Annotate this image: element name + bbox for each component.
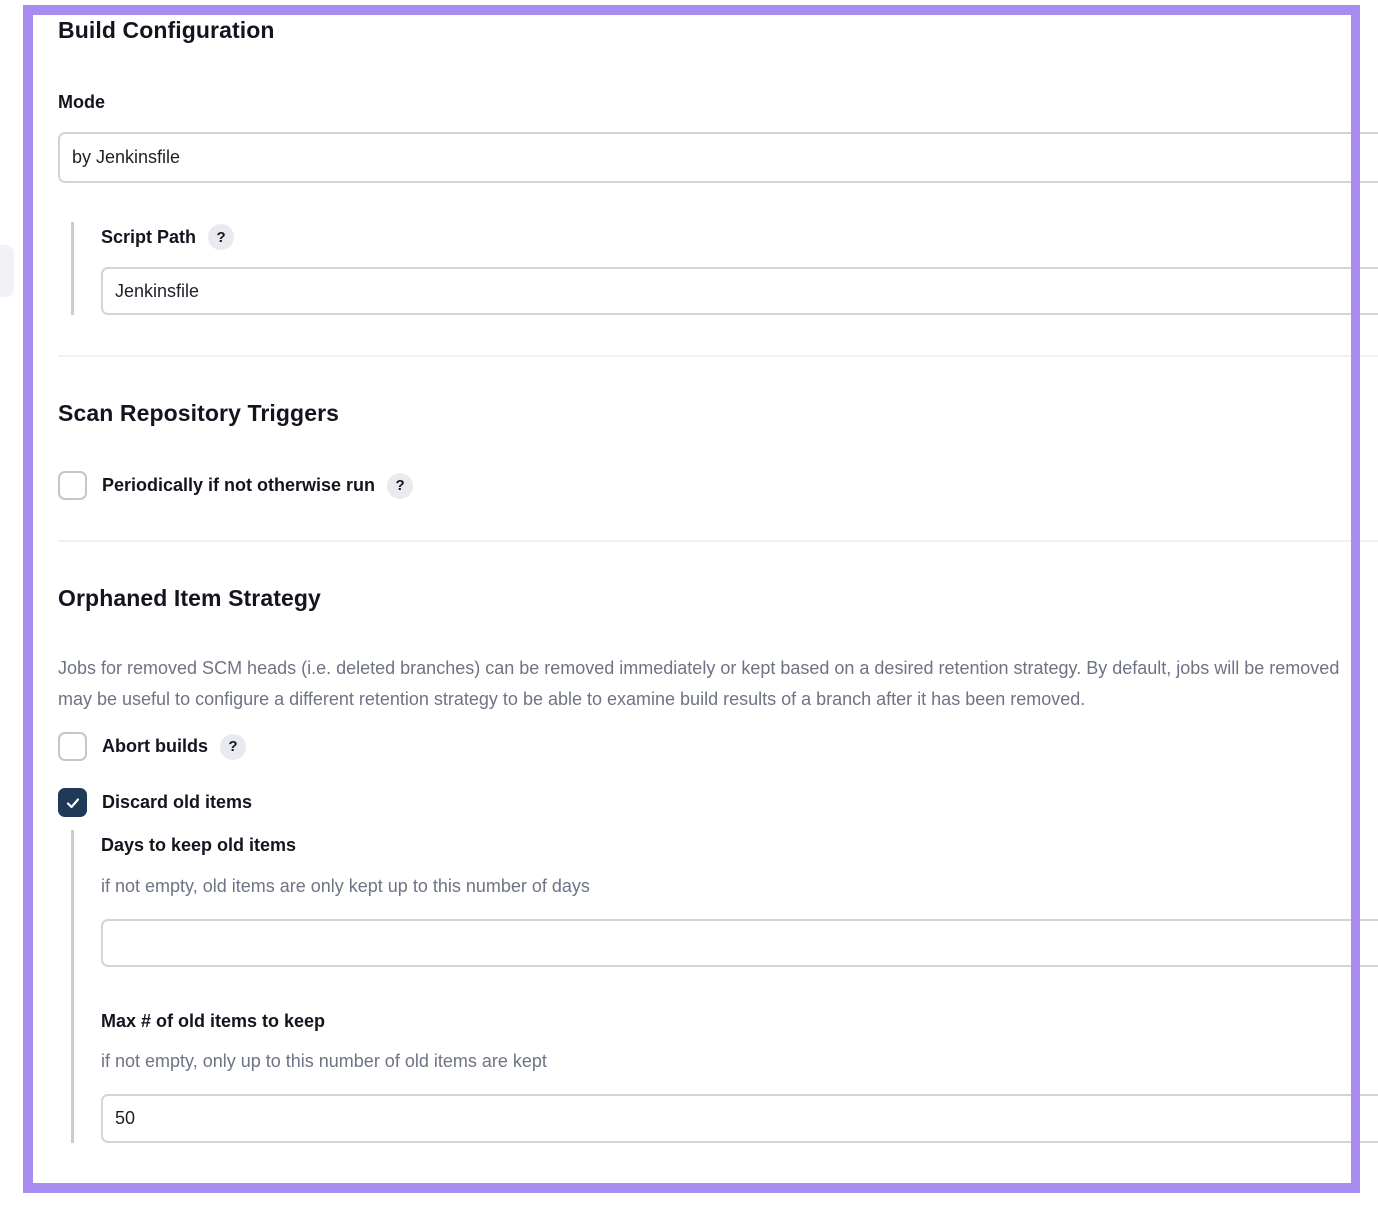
side-panel-tab[interactable] — [0, 245, 14, 297]
max-items-label: Max # of old items to keep — [101, 1011, 326, 1031]
build-configuration-title: Build Configuration — [58, 17, 275, 43]
section-divider — [58, 355, 1378, 357]
max-items-hint: if not empty, only up to this number of … — [101, 1051, 547, 1071]
max-items-input[interactable]: 50 — [101, 1094, 1378, 1143]
script-path-input[interactable]: Jenkinsfile — [101, 267, 1378, 315]
days-to-keep-hint: if not empty, old items are only kept up… — [101, 876, 590, 896]
abort-builds-checkbox[interactable] — [58, 732, 87, 761]
discard-old-items-checkbox[interactable] — [58, 788, 87, 817]
days-to-keep-input[interactable] — [101, 919, 1378, 967]
script-path-label-row: Script Path ? — [101, 224, 235, 250]
help-icon[interactable]: ? — [387, 472, 414, 499]
discard-old-items-row: Discard old items — [58, 788, 252, 817]
mode-select[interactable]: by Jenkinsfile — [58, 132, 1378, 183]
orphaned-description-line1: Jobs for removed SCM heads (i.e. deleted… — [58, 658, 1340, 678]
orphaned-item-strategy-title: Orphaned Item Strategy — [58, 585, 321, 611]
periodic-trigger-label[interactable]: Periodically if not otherwise run — [102, 475, 375, 496]
periodic-trigger-checkbox[interactable] — [58, 471, 87, 500]
discard-old-items-label[interactable]: Discard old items — [102, 792, 252, 813]
mode-label: Mode — [58, 92, 105, 112]
script-path-indent-bar — [71, 222, 74, 315]
days-to-keep-label: Days to keep old items — [101, 835, 297, 855]
abort-builds-row: Abort builds ? — [58, 732, 246, 761]
page: Build Configuration Mode by Jenkinsfile … — [0, 0, 1378, 1212]
check-icon — [66, 797, 79, 808]
abort-builds-label[interactable]: Abort builds — [102, 736, 208, 757]
script-path-value: Jenkinsfile — [115, 280, 200, 301]
mode-select-value: by Jenkinsfile — [72, 147, 181, 167]
scan-repository-triggers-title: Scan Repository Triggers — [58, 400, 340, 426]
help-icon[interactable]: ? — [208, 224, 235, 250]
max-items-value: 50 — [115, 1108, 136, 1128]
discard-options-indent-bar — [71, 830, 74, 1143]
periodic-trigger-row: Periodically if not otherwise run ? — [58, 471, 414, 500]
section-divider — [58, 540, 1378, 542]
script-path-label: Script Path — [101, 226, 197, 247]
orphaned-description-line2: may be useful to configure a different r… — [58, 689, 1086, 709]
help-icon[interactable]: ? — [220, 733, 246, 760]
